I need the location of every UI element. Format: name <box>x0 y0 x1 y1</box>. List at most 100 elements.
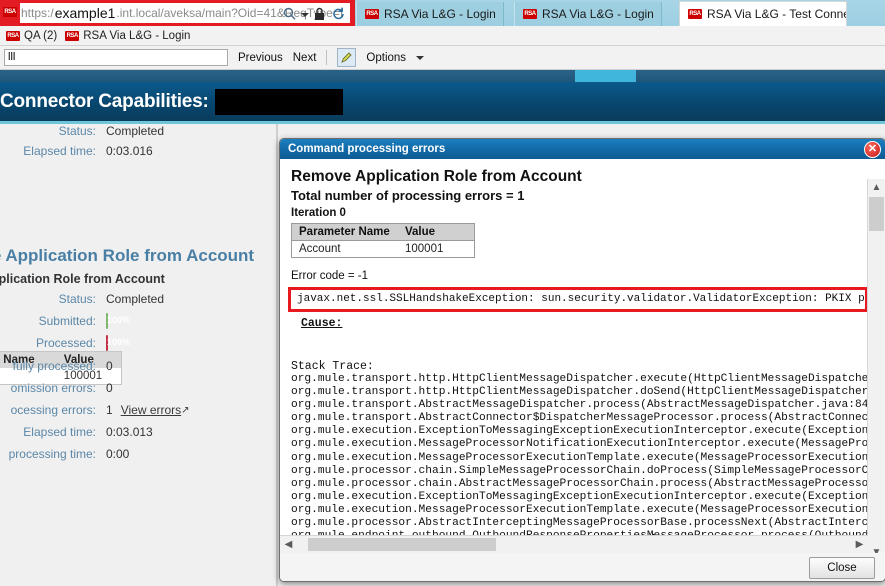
browser-tab-label: RSA Via L&G - Login <box>542 7 654 21</box>
nav-active-tab-highlight[interactable] <box>575 70 636 82</box>
dialog-stack-trace: org.mule.transport.http.HttpClientMessag… <box>291 373 867 541</box>
browser-tab-2[interactable]: RSA RSA Via L&G - Login <box>514 2 662 26</box>
field-label: Elapsed time: <box>23 425 96 439</box>
browser-tab-label: RSA Via L&G - Test Connec... <box>707 7 846 21</box>
field-value: Completed <box>106 124 165 138</box>
rsa-favicon: RSA <box>365 9 379 19</box>
table-row: Account 100001 <box>291 240 475 258</box>
field-value: 0 <box>106 381 113 395</box>
bookmark-label: RSA Via L&G - Login <box>83 29 191 42</box>
address-bar-icons <box>283 7 345 22</box>
page-title: Connector Capabilities: <box>0 90 209 112</box>
field-label: ocessing errors: <box>10 403 96 417</box>
rsa-favicon: RSA <box>65 30 80 41</box>
chevron-down-icon[interactable] <box>416 55 425 60</box>
tab-strip: RSA https:/ example1 .int.local/aveksa/m… <box>0 0 885 26</box>
reload-icon[interactable] <box>332 7 345 22</box>
command-processing-errors-dialog: Command processing errors ✕ Remove Appli… <box>279 138 885 582</box>
field-value: 1 <box>106 403 113 417</box>
bookmark-qa[interactable]: RSA QA (2) <box>6 30 57 42</box>
chevron-right-icon[interactable]: ▶ <box>851 536 868 553</box>
chevron-up-icon[interactable]: ▲ <box>868 179 885 196</box>
lock-icon <box>314 7 327 22</box>
field-value: 0:00 <box>106 447 130 461</box>
error-message-annotation-box: javax.net.ssl.SSLHandshakeException: sun… <box>288 287 867 312</box>
section-title: ove Application Role from Account <box>0 246 255 265</box>
bookmark-label: QA (2) <box>24 29 58 42</box>
dialog-subheading: Total number of processing errors = 1 <box>291 188 525 203</box>
url-scheme: https:/ <box>21 6 54 20</box>
field-value: Completed <box>106 292 165 306</box>
browser-tab-label: RSA Via L&G - Login <box>384 7 496 21</box>
section-subtitle: e Application Role from Account <box>0 272 165 286</box>
rsa-favicon: RSA <box>6 30 20 41</box>
find-separator <box>326 50 328 65</box>
cell-value: 100001 <box>398 240 475 258</box>
dialog-iteration-label: Iteration 0 <box>291 207 346 219</box>
find-bar: lll Previous Next Options <box>0 46 885 70</box>
field-label: processing time: <box>8 447 96 461</box>
browser-tab-1[interactable]: RSA RSA Via L&G - Login <box>356 2 504 26</box>
find-options-button[interactable]: Options <box>366 52 406 64</box>
field-processing-time: processing time: 0:00 <box>0 447 130 461</box>
field-processing-errors: ocessing errors: 1 View errors ↗ <box>0 403 190 417</box>
field-label: Elapsed time: <box>23 144 96 158</box>
find-previous-button[interactable]: Previous <box>238 52 283 64</box>
field-value: 0 <box>106 359 113 373</box>
address-input[interactable]: https:/ example1 .int.local/aveksa/main?… <box>20 3 350 23</box>
progress-bar-processed: 100% <box>106 335 130 351</box>
browser-chrome: RSA https:/ example1 .int.local/aveksa/m… <box>0 0 885 70</box>
dialog-vertical-scrollbar[interactable]: ▲ ▼ <box>867 179 885 553</box>
dialog-title-bar: Command processing errors ✕ <box>280 139 885 159</box>
view-errors-link[interactable]: View errors <box>121 403 181 417</box>
bookmarks-bar: RSA QA (2) RSA RSA Via L&G - Login <box>0 26 885 46</box>
bookmark-rsa-login[interactable]: RSA RSA Via L&G - Login <box>65 30 190 42</box>
dialog-horizontal-scrollbar[interactable]: ◀ ▶ <box>280 535 868 553</box>
field-label: omission errors: <box>10 381 96 395</box>
dialog-footer: Close <box>280 553 885 581</box>
field-processed: Processed: 100% <box>0 335 130 351</box>
field-label: Status: <box>58 124 96 138</box>
field-label: Status: <box>58 292 96 306</box>
highlight-pen-icon[interactable] <box>337 48 357 67</box>
external-link-icon: ↗ <box>181 404 190 416</box>
field-value: 0:03.016 <box>106 144 153 158</box>
progress-bar-submitted: 100% <box>106 313 130 329</box>
field-label: Submitted: <box>38 314 96 328</box>
field-label: fully processed: <box>12 359 96 373</box>
horizontal-scroll-thumb[interactable] <box>308 538 496 551</box>
chevron-down-icon[interactable] <box>301 12 309 17</box>
chevron-down-icon[interactable]: ▼ <box>868 544 885 553</box>
dialog-cause-label: Cause: <box>301 317 343 330</box>
rsa-favicon: RSA <box>3 7 17 17</box>
dialog-heading: Remove Application Role from Account <box>291 168 582 185</box>
field-label: Processed: <box>35 336 96 350</box>
find-next-button[interactable]: Next <box>293 52 317 64</box>
column-header-value: Value <box>398 223 475 241</box>
dialog-stack-trace-label: Stack Trace: <box>291 360 374 373</box>
column-divider <box>276 124 278 586</box>
field-value: 0:03.013 <box>106 425 153 439</box>
vertical-scroll-thumb[interactable] <box>869 197 884 231</box>
column-header-parameter-name: Parameter Name <box>291 223 398 241</box>
field-elapsed-top: Elapsed time: 0:03.016 <box>0 144 153 158</box>
find-input[interactable]: lll <box>4 49 228 66</box>
browser-tab-3-active[interactable]: RSA RSA Via L&G - Test Connec... ✕ <box>679 1 847 26</box>
error-message-text: javax.net.ssl.SSLHandshakeException: sun… <box>297 293 867 305</box>
search-icon[interactable] <box>283 7 296 22</box>
close-button[interactable]: Close <box>809 557 875 579</box>
rsa-favicon: RSA <box>688 9 702 19</box>
dialog-content: Remove Application Role from Account Tot… <box>280 159 867 541</box>
dialog-error-code: Error code = -1 <box>291 270 369 282</box>
field-status-bottom: Status: Completed <box>0 292 164 306</box>
field-status-top: Status: Completed <box>0 124 164 138</box>
field-elapsed-bottom: Elapsed time: 0:03.013 <box>0 425 153 439</box>
rsa-favicon: RSA <box>523 9 537 19</box>
table-header-row: Parameter Name Value <box>291 223 475 241</box>
close-icon[interactable]: ✕ <box>864 141 881 158</box>
url-host: example1 <box>54 5 116 21</box>
field-successfully-processed: fully processed: 0 <box>0 359 113 373</box>
field-submitted: Submitted: 100% <box>0 313 130 329</box>
cell-parameter-name: Account <box>291 240 398 258</box>
chevron-left-icon[interactable]: ◀ <box>280 536 297 553</box>
